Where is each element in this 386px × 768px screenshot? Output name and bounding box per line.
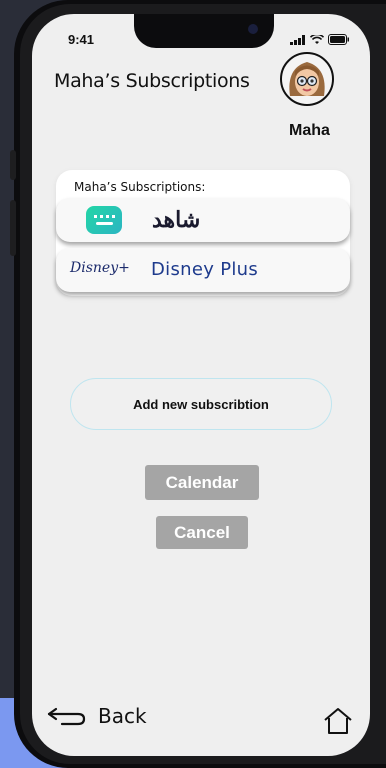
subscriptions-card: Maha’s Subscriptions: شاهد Disney+ Disne… — [56, 170, 350, 296]
calendar-button[interactable]: Calendar — [145, 465, 259, 500]
phone-side-button — [10, 150, 16, 180]
shahid-name: شاهد — [152, 207, 201, 232]
back-label: Back — [98, 704, 147, 728]
camera-icon — [248, 24, 258, 34]
home-icon[interactable] — [322, 706, 354, 736]
phone-side-button — [10, 200, 16, 256]
status-time: 9:41 — [68, 32, 95, 47]
shahid-logo-icon — [86, 206, 122, 234]
disney-plus-logo-icon: Disney+ — [70, 260, 130, 276]
subscription-item-disney-plus[interactable]: Disney+ Disney Plus — [56, 248, 350, 292]
subscription-item-shahid[interactable]: شاهد — [56, 198, 350, 242]
battery-icon — [328, 34, 349, 45]
user-name: Maha — [289, 122, 330, 139]
app-screen: 9:41 Maha’s Subscriptions Maha Maha’s Su… — [32, 14, 370, 756]
cancel-button[interactable]: Cancel — [156, 516, 248, 549]
add-subscription-button[interactable]: Add new subscribtion — [70, 378, 332, 430]
status-icons — [290, 34, 350, 45]
wifi-icon — [310, 34, 324, 44]
page-title: Maha’s Subscriptions — [54, 70, 250, 92]
back-button[interactable]: Back — [46, 704, 147, 728]
avatar[interactable] — [280, 52, 334, 106]
signal-icon — [290, 34, 305, 45]
notch — [134, 14, 274, 48]
back-arrow-icon — [47, 707, 86, 726]
avatar-image — [289, 62, 325, 96]
subscriptions-heading: Maha’s Subscriptions: — [74, 180, 206, 194]
disney-plus-name: Disney Plus — [151, 259, 259, 280]
